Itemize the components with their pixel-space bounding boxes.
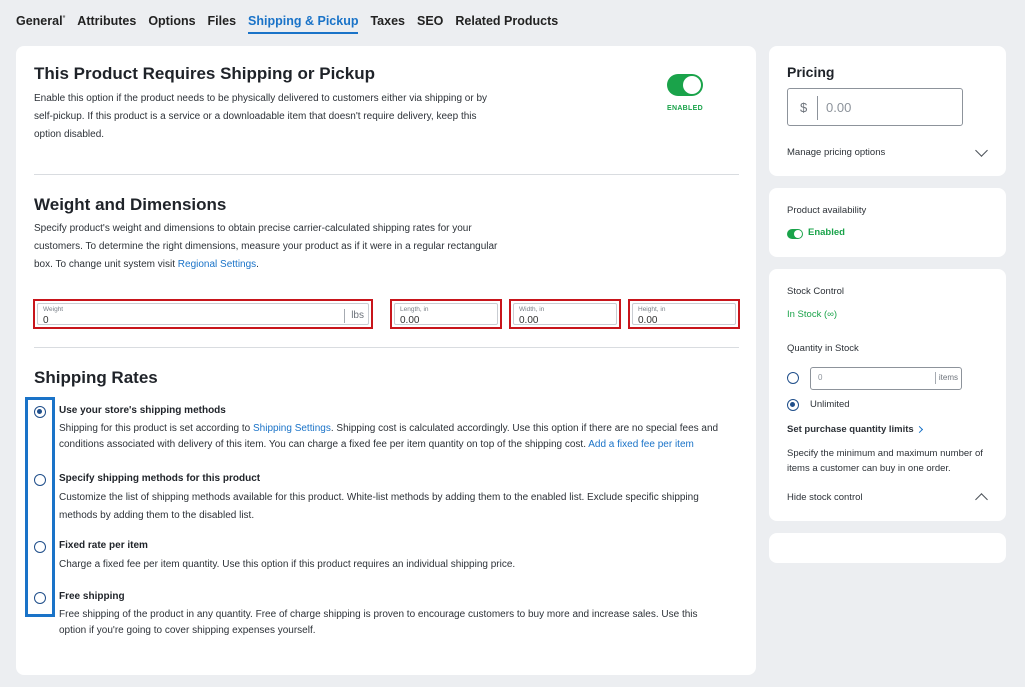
- tab-seo[interactable]: SEO: [417, 14, 443, 34]
- option-free-shipping-title[interactable]: Free shipping: [59, 591, 125, 602]
- radio-quantity[interactable]: [787, 372, 799, 384]
- stock-control-title: Stock Control: [787, 286, 845, 297]
- weight-caption: Weight: [43, 306, 64, 313]
- height-field[interactable]: Height, in 0.00: [632, 303, 736, 326]
- height-value: 0.00: [638, 315, 658, 326]
- option-fixed-rate-title[interactable]: Fixed rate per item: [59, 540, 148, 551]
- length-value: 0.00: [400, 315, 420, 326]
- hide-stock-link[interactable]: Hide stock control: [787, 492, 863, 503]
- tab-related-products[interactable]: Related Products: [455, 14, 558, 34]
- weight-field-highlight: Weight 0 lbs: [33, 299, 373, 329]
- shipping-required-description: Enable this option if the product needs …: [34, 93, 488, 140]
- pricing-title: Pricing: [787, 64, 835, 80]
- tab-general[interactable]: General*: [16, 14, 65, 34]
- chevron-up-icon[interactable]: [975, 493, 988, 506]
- weight-dimensions-title: Weight and Dimensions: [34, 195, 227, 214]
- section-divider: [34, 347, 739, 348]
- quantity-input[interactable]: 0 items: [810, 367, 962, 390]
- section-divider: [34, 174, 739, 175]
- tab-shipping-pickup[interactable]: Shipping & Pickup: [248, 14, 359, 34]
- regional-settings-link[interactable]: Regional Settings: [178, 259, 256, 270]
- availability-toggle[interactable]: [787, 229, 803, 239]
- tab-attributes[interactable]: Attributes: [77, 14, 136, 34]
- tab-options[interactable]: Options: [148, 14, 195, 34]
- price-separator: [817, 96, 818, 120]
- purchase-limits-desc: Specify the minimum and maximum number o…: [787, 448, 983, 474]
- width-caption: Width, in: [519, 306, 545, 313]
- option-store-shipping-title[interactable]: Use your store's shipping methods: [59, 405, 226, 416]
- price-input[interactable]: $ 0.00: [787, 88, 963, 126]
- quantity-placeholder: 0: [818, 373, 823, 382]
- required-marker: *: [62, 14, 66, 22]
- availability-status: Enabled: [808, 227, 845, 238]
- width-field-highlight: Width, in 0.00: [509, 299, 621, 329]
- shipping-required-toggle-label: ENABLED: [667, 105, 703, 112]
- shipping-main-card: This Product Requires Shipping or Pickup…: [16, 46, 756, 675]
- shipping-settings-link[interactable]: Shipping Settings: [253, 423, 331, 434]
- shipping-required-title: This Product Requires Shipping or Pickup: [34, 64, 375, 83]
- radio-unlimited[interactable]: [787, 399, 799, 411]
- weight-dimensions-description: Specify product's weight and dimensions …: [34, 223, 498, 270]
- weight-field[interactable]: Weight 0 lbs: [37, 303, 369, 326]
- length-caption: Length, in: [400, 306, 429, 313]
- stock-status: In Stock (∞): [787, 309, 838, 320]
- availability-title: Product availability: [787, 205, 867, 216]
- unlimited-label[interactable]: Unlimited: [810, 399, 850, 410]
- quantity-unit: items: [934, 372, 958, 384]
- height-field-highlight: Height, in 0.00: [628, 299, 740, 329]
- empty-card: [769, 533, 1006, 563]
- product-tabs: General* Attributes Options Files Shippi…: [16, 14, 558, 34]
- option-specify-methods-desc: Customize the list of shipping methods a…: [59, 492, 699, 521]
- option-store-shipping-desc: Shipping for this product is set accordi…: [59, 423, 719, 450]
- radio-highlight: [25, 397, 55, 617]
- tab-files[interactable]: Files: [208, 14, 237, 34]
- price-placeholder: 0.00: [826, 100, 852, 115]
- chevron-down-icon[interactable]: [975, 144, 988, 157]
- option-specify-methods-title[interactable]: Specify shipping methods for this produc…: [59, 473, 260, 484]
- pricing-card: Pricing $ 0.00 Manage pricing options: [769, 46, 1006, 176]
- manage-pricing-link[interactable]: Manage pricing options: [787, 147, 885, 158]
- option-fixed-rate-desc: Charge a fixed fee per item quantity. Us…: [59, 559, 516, 570]
- purchase-limits-link[interactable]: Set purchase quantity limits: [787, 424, 914, 435]
- quantity-title: Quantity in Stock: [787, 343, 859, 354]
- option-free-shipping-desc: Free shipping of the product in any quan…: [59, 609, 698, 636]
- length-field-highlight: Length, in 0.00: [390, 299, 502, 329]
- add-fixed-fee-link[interactable]: Add a fixed fee per item: [588, 439, 694, 450]
- length-field[interactable]: Length, in 0.00: [394, 303, 498, 326]
- width-value: 0.00: [519, 315, 539, 326]
- chevron-right-icon[interactable]: [915, 425, 924, 434]
- availability-card: Product availability Enabled: [769, 188, 1006, 257]
- currency-symbol: $: [800, 100, 808, 115]
- radio-fixed-rate[interactable]: [34, 541, 46, 553]
- shipping-rates-title: Shipping Rates: [34, 368, 158, 387]
- weight-unit: lbs: [344, 309, 364, 323]
- radio-specify-methods[interactable]: [34, 474, 46, 486]
- radio-free-shipping[interactable]: [34, 592, 46, 604]
- radio-store-shipping[interactable]: [34, 406, 46, 418]
- width-field[interactable]: Width, in 0.00: [513, 303, 617, 326]
- height-caption: Height, in: [638, 306, 666, 313]
- shipping-required-toggle[interactable]: [667, 74, 703, 96]
- stock-card: Stock Control In Stock (∞) Quantity in S…: [769, 269, 1006, 521]
- tab-taxes[interactable]: Taxes: [370, 14, 405, 34]
- weight-value: 0: [43, 315, 49, 326]
